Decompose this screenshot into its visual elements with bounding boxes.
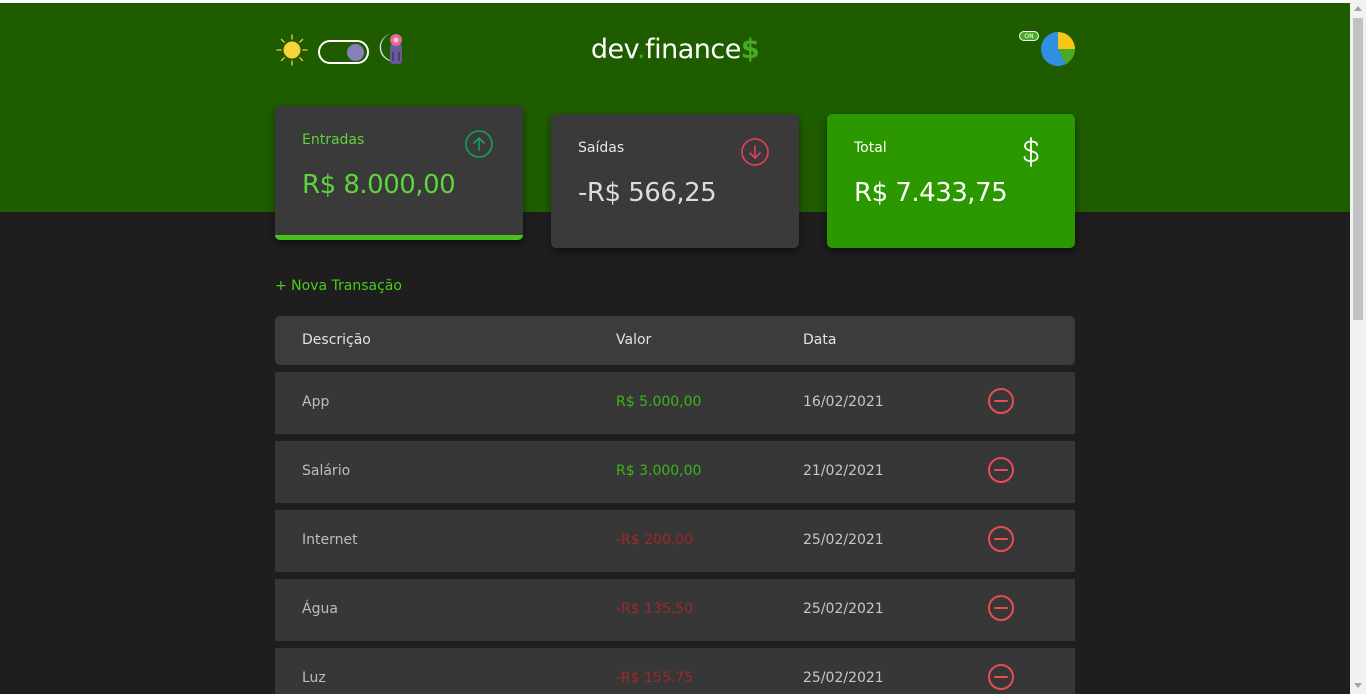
- scroll-up-arrow-icon[interactable]: [1354, 6, 1362, 11]
- remove-transaction-icon[interactable]: [987, 594, 1015, 622]
- total-card: Total R$ 7.433,75: [827, 114, 1075, 248]
- row-amount: R$ 5.000,00: [616, 394, 702, 410]
- row-amount: -R$ 155,75: [616, 670, 694, 686]
- arrow-up-circle-icon: [465, 130, 493, 158]
- remove-transaction-icon[interactable]: [987, 525, 1015, 553]
- row-amount: -R$ 135,50: [616, 601, 694, 617]
- row-description: App: [302, 394, 330, 410]
- new-transaction-link[interactable]: + Nova Transação: [275, 278, 402, 294]
- logo-main: dev: [590, 34, 638, 65]
- row-date: 16/02/2021: [803, 394, 884, 410]
- logo-dot: .: [637, 34, 646, 65]
- income-card-value: R$ 8.000,00: [302, 170, 456, 200]
- table-body: App R$ 5.000,00 16/02/2021 Salário R$ 3.000,…: [275, 372, 1075, 694]
- header-description: Descrição: [302, 332, 371, 348]
- transactions-table: Descrição Valor Data App R$ 5.000,00 16/02…: [275, 316, 1075, 694]
- expense-card: Saídas -R$ 566,25: [551, 114, 799, 248]
- row-amount: R$ 3.000,00: [616, 463, 702, 479]
- app-logo: dev.finance$: [0, 34, 1350, 65]
- logo-dollar: $: [740, 34, 760, 65]
- table-row: Internet -R$ 200,00 25/02/2021: [275, 510, 1075, 572]
- table-row: Salário R$ 3.000,00 21/02/2021: [275, 441, 1075, 503]
- remove-transaction-icon[interactable]: [987, 456, 1015, 484]
- income-card: Entradas R$ 8.000,00: [275, 106, 523, 240]
- row-description: Água: [302, 601, 338, 617]
- row-description: Luz: [302, 670, 326, 686]
- header-date: Data: [803, 332, 837, 348]
- table-row: App R$ 5.000,00 16/02/2021: [275, 372, 1075, 434]
- table-row: Luz -R$ 155,75 25/02/2021: [275, 648, 1075, 694]
- remove-transaction-icon[interactable]: [987, 663, 1015, 691]
- scroll-down-arrow-icon[interactable]: [1354, 683, 1362, 688]
- table-header: Descrição Valor Data: [275, 316, 1075, 365]
- arrow-down-circle-icon: [741, 138, 769, 166]
- pie-chart-icon: [1041, 32, 1075, 66]
- remove-transaction-icon[interactable]: [987, 387, 1015, 415]
- row-date: 21/02/2021: [803, 463, 884, 479]
- total-card-value: R$ 7.433,75: [854, 178, 1008, 208]
- row-amount: -R$ 200,00: [616, 532, 694, 548]
- expense-card-value: -R$ 566,25: [578, 178, 717, 208]
- dollar-sign-icon: [1023, 137, 1039, 167]
- chart-on-badge: ON: [1019, 31, 1039, 41]
- vertical-scrollbar[interactable]: [1350, 0, 1366, 694]
- header-amount: Valor: [616, 332, 652, 348]
- chart-toggle-button[interactable]: ON: [1017, 30, 1077, 68]
- row-description: Salário: [302, 463, 351, 479]
- table-row: Água -R$ 135,50 25/02/2021: [275, 579, 1075, 641]
- row-date: 25/02/2021: [803, 670, 884, 686]
- row-description: Internet: [302, 532, 358, 548]
- row-date: 25/02/2021: [803, 601, 884, 617]
- row-date: 25/02/2021: [803, 532, 884, 548]
- logo-name: finance: [645, 34, 741, 65]
- scrollbar-thumb[interactable]: [1353, 18, 1363, 320]
